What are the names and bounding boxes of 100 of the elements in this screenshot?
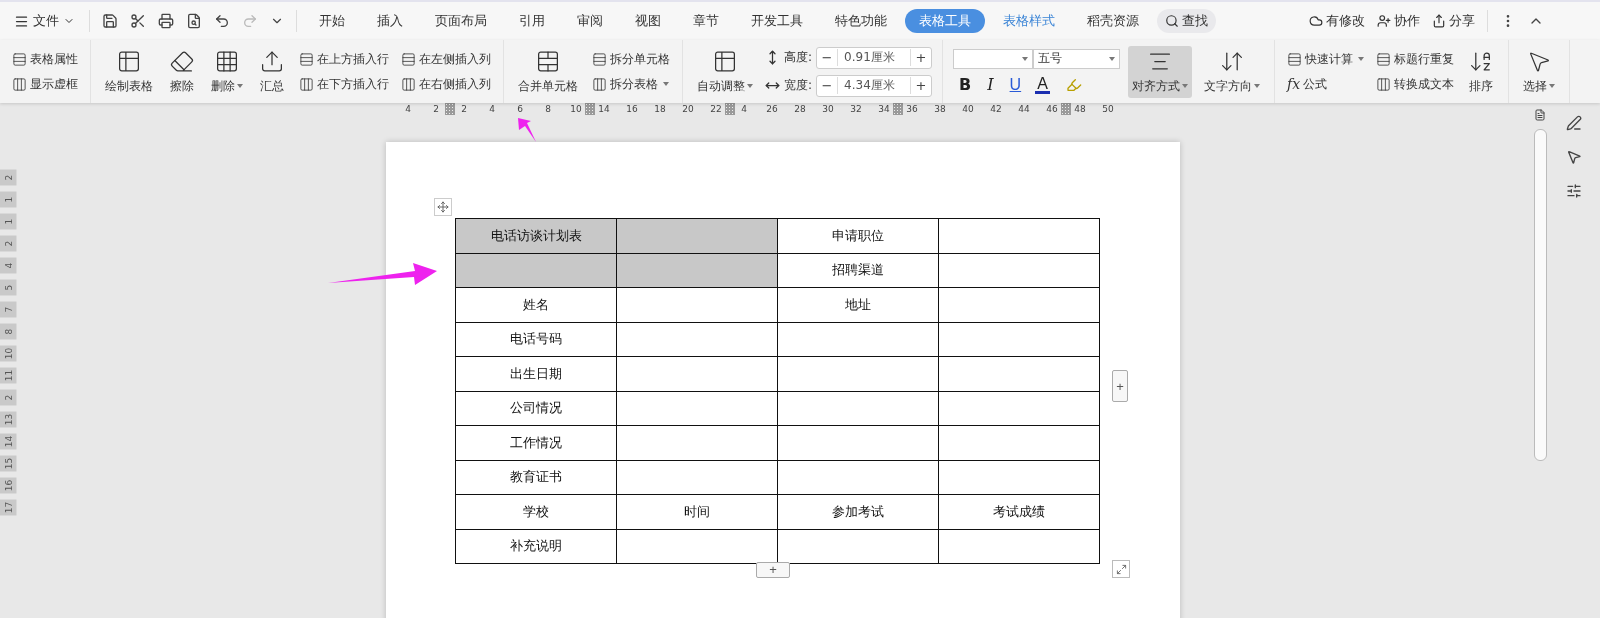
ribbon-tab[interactable]: 开始	[305, 9, 359, 33]
ruler-number: 14	[597, 104, 611, 114]
table-cell: 教育证书	[455, 460, 617, 495]
ruler-number: 34	[877, 104, 891, 114]
table-cell: 考试成绩	[938, 494, 1100, 529]
resize-icon[interactable]	[1112, 560, 1130, 578]
caret-icon	[1109, 56, 1116, 61]
user-plus-icon	[1377, 14, 1391, 28]
ruler-number: 50	[1101, 104, 1115, 114]
ribbon-button[interactable]: 选择	[1519, 45, 1560, 98]
table-icon	[1376, 76, 1392, 92]
scrollbar[interactable]	[1533, 129, 1547, 461]
ribbon-tab[interactable]: 章节	[679, 9, 733, 33]
font-color-button[interactable]: A	[1035, 75, 1050, 94]
field-label: 高度:	[784, 49, 813, 66]
increase-button[interactable]: +	[911, 78, 932, 93]
field-label: 宽度:	[784, 77, 813, 94]
ruler-number: 2	[432, 104, 440, 114]
table-icon	[299, 51, 314, 67]
ribbon-tab[interactable]: 引用	[505, 9, 559, 33]
ruler-marker[interactable]	[585, 103, 595, 115]
ruler-number: 11	[0, 367, 17, 384]
share-button[interactable]: 分享	[1428, 10, 1479, 32]
collaborate-button[interactable]: 协作	[1373, 10, 1424, 32]
ruler-number: 2	[460, 104, 468, 114]
ribbon-button[interactable]: 拆分单元格	[590, 49, 672, 69]
table-icon	[401, 76, 416, 92]
ruler-number: 16	[0, 477, 17, 494]
table-cell: 申请职位	[777, 218, 939, 253]
ruler-marker[interactable]	[893, 103, 903, 115]
ribbon-button[interactable]: 排序	[1464, 45, 1499, 98]
underline-button[interactable]: U	[1007, 75, 1024, 94]
italic-button[interactable]: I	[985, 75, 996, 94]
ribbon-button[interactable]: 快速计算	[1285, 49, 1367, 69]
ruler-number: 1	[0, 191, 17, 208]
ribbon-button[interactable]: 删除	[207, 45, 247, 98]
ribbon-button[interactable]: 拆分表格	[590, 74, 672, 94]
ribbon-tab[interactable]: 表格样式	[989, 9, 1069, 33]
ribbon-button[interactable]: 在下方插入行	[297, 74, 391, 94]
table-cell: 学校	[455, 494, 617, 529]
ruler-number: 8	[0, 323, 17, 340]
ruler-number: 4	[488, 104, 496, 114]
ribbon-button[interactable]: 自动调整	[693, 45, 757, 98]
ribbon-button[interactable]: 标题行重复	[1374, 49, 1457, 69]
ruler-number: 22	[709, 104, 723, 114]
ruler-number: 5	[0, 279, 17, 296]
ruler-number: 1	[0, 213, 17, 230]
ruler-number: 8	[544, 104, 552, 114]
ribbon-tab[interactable]: 稻壳资源	[1073, 9, 1153, 33]
move-icon[interactable]	[434, 198, 452, 216]
ribbon-button[interactable]: 绘制表格	[101, 45, 157, 98]
add-column-button[interactable]: +	[1112, 370, 1128, 402]
ruler-number: 10	[569, 104, 583, 114]
decrease-button[interactable]: −	[817, 78, 838, 93]
ruler-number: 4	[0, 257, 17, 274]
table-cell: 电话号码	[455, 322, 617, 357]
ribbon-button[interactable]: 擦除	[165, 45, 199, 98]
ribbon-button[interactable]: 在上方插入行	[297, 49, 391, 69]
ribbon-button[interactable]: 显示虚框	[10, 74, 80, 94]
table-icon	[12, 76, 27, 92]
search-button[interactable]: 查找	[1157, 9, 1216, 33]
ribbon-button[interactable]: 在左侧插入列	[399, 49, 493, 69]
ribbon-button[interactable]: fx 公式	[1285, 74, 1367, 94]
table-cell: 姓名	[455, 287, 617, 322]
ribbon-button[interactable]: 文字方向	[1200, 45, 1265, 98]
ribbon-button[interactable]: 汇总	[255, 45, 289, 98]
ribbon-tab[interactable]: 页面布局	[421, 9, 501, 33]
table-cell: 公司情况	[455, 391, 617, 426]
bold-button[interactable]: B	[957, 75, 974, 94]
sync-button[interactable]: 有修改	[1305, 10, 1369, 32]
ribbon-tab[interactable]: 插入	[363, 9, 417, 33]
ruler-number: 6	[516, 104, 524, 114]
ribbon-tab[interactable]: 开发工具	[737, 9, 817, 33]
table-cell: 电话访谈计划表	[455, 218, 617, 253]
ribbon-tab[interactable]: 审阅	[563, 9, 617, 33]
ribbon-tab[interactable]: 特色功能	[821, 9, 901, 33]
font-size-dropdown[interactable]: 五号	[1033, 48, 1121, 69]
ruler-number: 48	[1073, 104, 1087, 114]
table-icon	[712, 48, 738, 74]
ruler-number: 16	[625, 104, 639, 114]
ruler-marker[interactable]	[1061, 103, 1071, 115]
file-menu[interactable]: 文件	[8, 10, 81, 32]
table-cell: 地址	[777, 287, 939, 322]
table-icon	[401, 51, 416, 67]
ribbon-button[interactable]: 在右侧插入列	[399, 74, 493, 94]
add-row-button[interactable]: +	[756, 562, 790, 578]
table-cell: 补充说明	[455, 529, 617, 564]
table-cell: 时间	[616, 494, 778, 529]
ribbon-button[interactable]: 表格属性	[10, 49, 80, 69]
size-field[interactable]: 4.34厘米	[837, 77, 912, 94]
size-field[interactable]: 0.91厘米	[837, 49, 912, 66]
ribbon-tab[interactable]: 视图	[621, 9, 675, 33]
ribbon-button[interactable]: 转换成文本	[1374, 74, 1457, 94]
table-cell: 参加考试	[777, 494, 939, 529]
ribbon-button[interactable]: 对齐方式	[1128, 45, 1193, 98]
increase-button[interactable]: +	[911, 50, 932, 65]
decrease-button[interactable]: −	[817, 50, 838, 65]
ruler-marker[interactable]	[445, 103, 455, 115]
ruler-marker[interactable]	[725, 103, 735, 115]
ribbon-button[interactable]: 合并单元格	[514, 45, 582, 98]
